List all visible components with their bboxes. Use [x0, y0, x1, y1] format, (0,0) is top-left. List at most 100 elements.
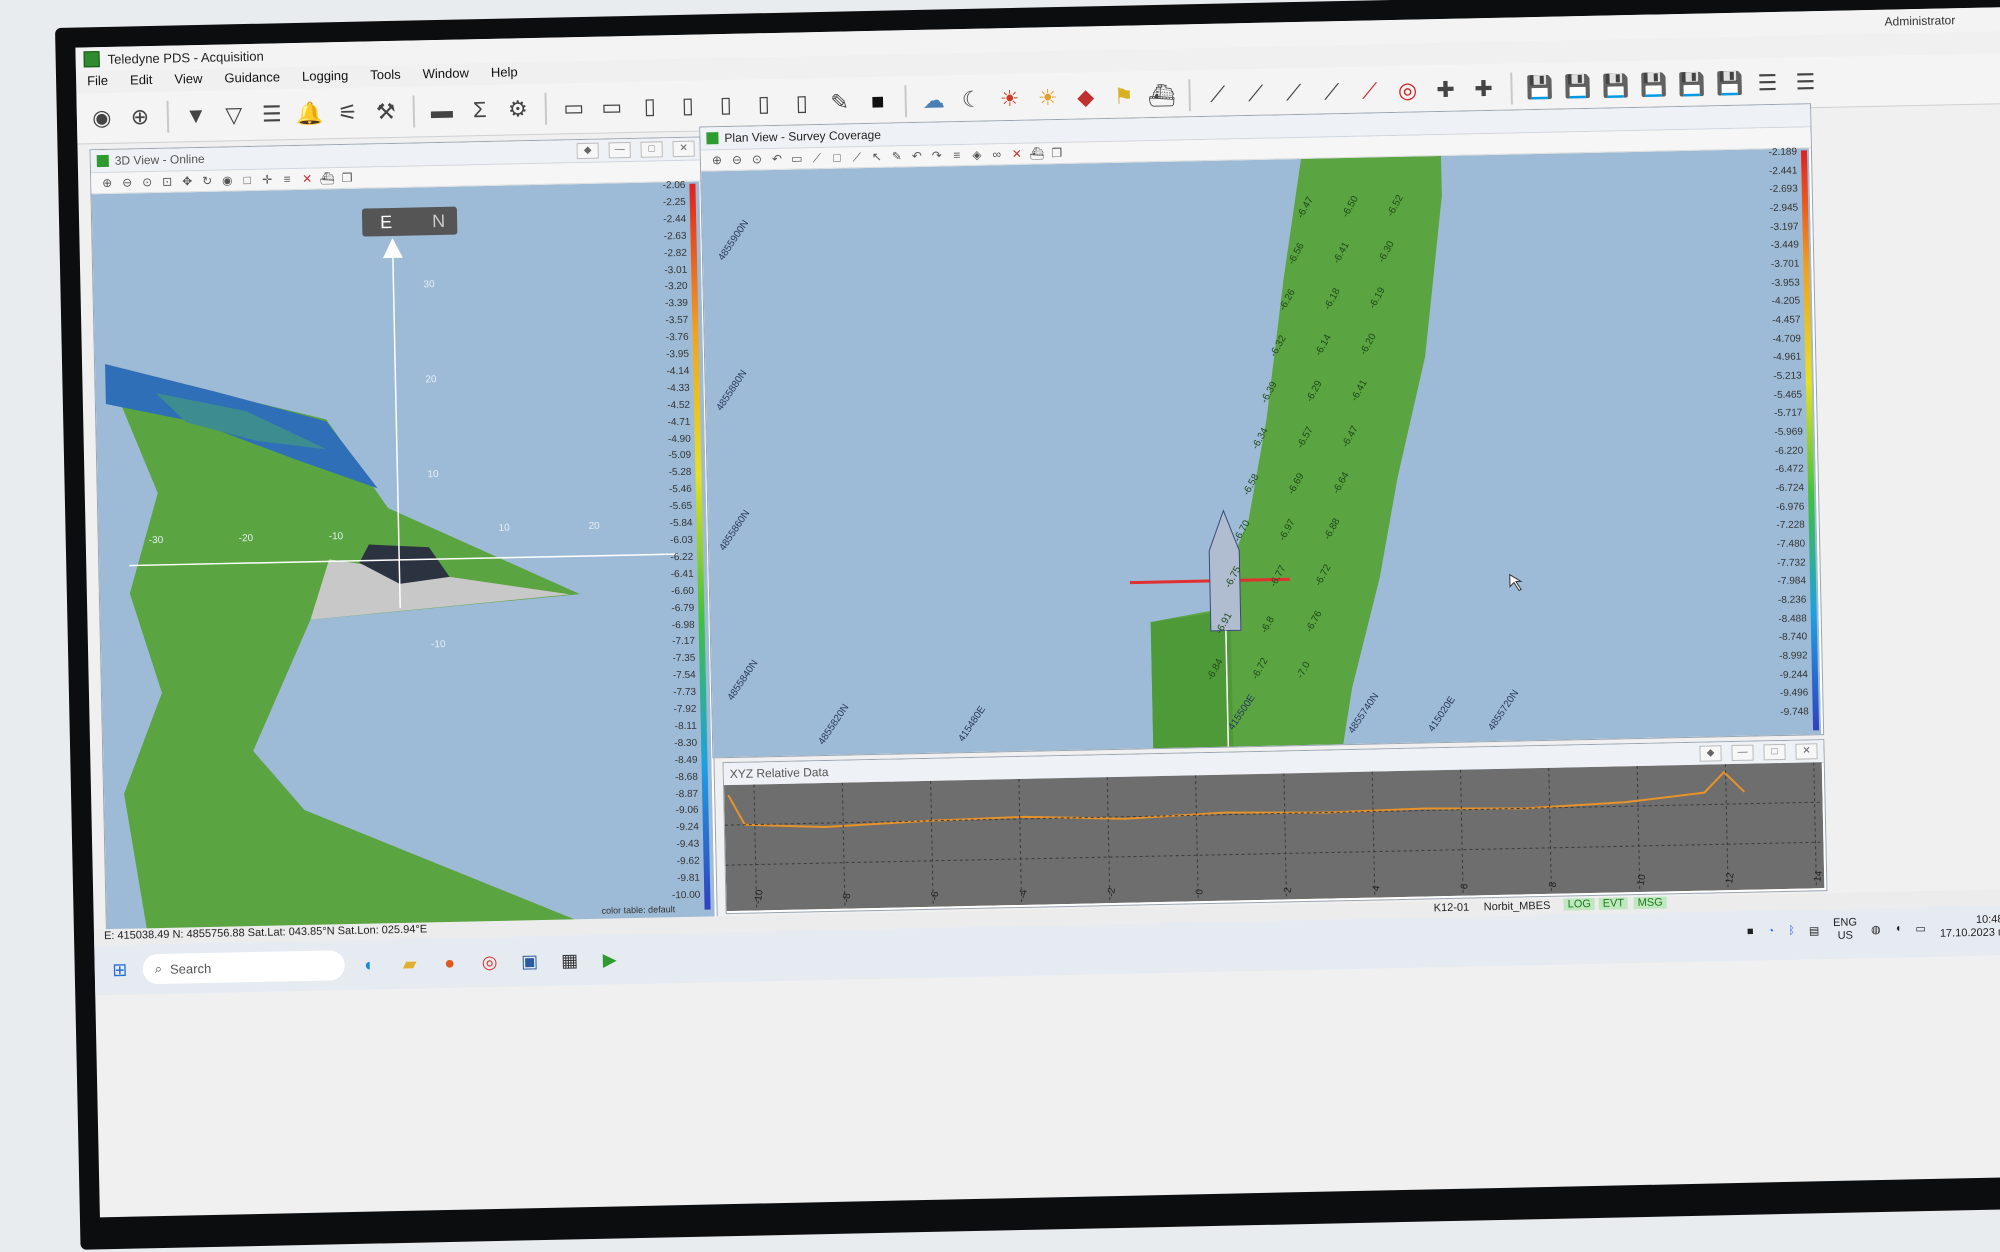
pds-logo-icon[interactable]: ▦	[554, 945, 585, 976]
sun-red-icon[interactable]: ☀	[992, 82, 1027, 117]
menu-edit[interactable]: Edit	[119, 70, 164, 91]
save-icon[interactable]: 💾	[1522, 71, 1557, 106]
settings-sliders-icon[interactable]: ☰	[255, 97, 290, 132]
taskbar-search[interactable]: ⌕ Search	[142, 950, 346, 985]
bluetooth-icon[interactable]: ᛒ	[1788, 925, 1795, 937]
save-all-icon[interactable]: 💾	[1674, 67, 1709, 102]
copy-3d-icon[interactable]: ❐	[339, 170, 355, 186]
select-rect-icon[interactable]: □	[239, 172, 255, 188]
firefox-icon[interactable]: ●	[434, 948, 465, 979]
filter-icon[interactable]: ▼	[179, 99, 214, 134]
window-add-icon[interactable]: ▭	[594, 90, 629, 125]
close-icon[interactable]: ✕	[1795, 743, 1818, 760]
menu-view[interactable]: View	[163, 69, 213, 90]
camera-icon[interactable]: ◉	[85, 101, 120, 136]
volume-icon[interactable]: ◖	[1895, 923, 1902, 935]
log-indicator[interactable]: LOG	[1563, 897, 1596, 911]
zoom-in-icon[interactable]: ⊕	[99, 175, 115, 191]
vessel-icon[interactable]: ⛴	[1144, 78, 1179, 113]
filter-alt-icon[interactable]: ▽	[217, 98, 252, 133]
edit-icon[interactable]: ✎	[889, 148, 905, 164]
windows-start-icon[interactable]: ⊞	[104, 955, 135, 986]
vessel-3d-icon[interactable]: ⛴	[319, 170, 335, 186]
layers-icon[interactable]: ≡	[949, 147, 965, 163]
save-check-icon[interactable]: 💾	[1560, 70, 1595, 105]
select-rect-icon[interactable]: □	[829, 149, 845, 165]
sensor-icon[interactable]: ⚟	[330, 96, 365, 131]
window-icon[interactable]: ▭	[556, 91, 591, 126]
window-2-icon[interactable]: ▯	[670, 88, 705, 123]
line-run-icon[interactable]: ⟋	[1314, 75, 1349, 110]
window-4-icon[interactable]: ▯	[746, 87, 781, 122]
night-icon[interactable]: ☾	[954, 82, 989, 117]
edge-browser-icon[interactable]: ◐	[354, 949, 385, 980]
edit-window-icon[interactable]: ✎	[822, 85, 857, 120]
rotate-icon[interactable]: ↻	[199, 173, 215, 189]
delete-3d-icon[interactable]: ✕	[299, 171, 315, 187]
ruler-icon[interactable]: ⟋	[809, 150, 825, 166]
pin-icon[interactable]: ◆	[1699, 745, 1722, 762]
menu-help[interactable]: Help	[480, 62, 529, 83]
line-split-icon[interactable]: ⟋	[1276, 76, 1311, 111]
minimize-icon[interactable]: —	[608, 141, 631, 159]
line-edit-icon[interactable]: ⟋	[1238, 77, 1273, 112]
menu-file[interactable]: File	[76, 71, 119, 92]
clock[interactable]: 10:48 17.10.2023 г.	[1939, 913, 2000, 940]
evt-indicator[interactable]: EVT	[1598, 897, 1629, 910]
line-select-icon[interactable]: ⟋	[1200, 77, 1235, 112]
zoom-in-icon[interactable]: ⊕	[709, 152, 725, 168]
zoom-out-icon[interactable]: ⊖	[729, 152, 745, 168]
save-img-icon[interactable]: 💾	[1636, 68, 1671, 103]
sigma-icon[interactable]: Σ	[462, 93, 497, 128]
msg-indicator[interactable]: MSG	[1633, 896, 1667, 910]
crosshair-icon[interactable]: ✚	[1428, 73, 1463, 108]
maximize-icon[interactable]: □	[1763, 743, 1786, 761]
shapes-icon[interactable]: ◆	[1068, 80, 1103, 115]
black-square-icon[interactable]: ■	[860, 84, 895, 119]
acquisition-app-icon[interactable]: ▶	[594, 944, 625, 975]
pin-icon[interactable]: ◆	[576, 142, 599, 160]
pds-app-icon[interactable]: ▣	[514, 946, 545, 977]
undo-view-icon[interactable]: ↶	[769, 151, 785, 167]
point-icon[interactable]: ⟋	[849, 149, 865, 165]
layer-icon[interactable]: ▬	[424, 94, 459, 129]
minimize-icon[interactable]: —	[1731, 744, 1754, 762]
maximize-icon[interactable]: □	[640, 141, 663, 158]
menu-tools[interactable]: Tools	[359, 65, 412, 86]
file-explorer-icon[interactable]: ▰	[394, 948, 425, 979]
pan-icon[interactable]: ✥	[179, 173, 195, 189]
list-settings-icon[interactable]: ☰	[1750, 66, 1785, 101]
line-delete-icon[interactable]: ⟋	[1352, 74, 1387, 109]
chrome-icon[interactable]: ◎	[474, 947, 505, 978]
zoom-window-icon[interactable]: ⊡	[159, 174, 175, 190]
zoom-fit-icon[interactable]: ⊙	[749, 151, 765, 167]
window-1-icon[interactable]: ▯	[632, 89, 667, 124]
flag-icon[interactable]: ⚑	[1106, 79, 1141, 114]
view3d-canvas[interactable]: E N -30 -20 -10 10 20 30 20 10 -10 color…	[91, 181, 715, 931]
copy-plan-icon[interactable]: ❐	[1049, 145, 1065, 161]
window-3-icon[interactable]: ▯	[708, 88, 743, 123]
target-icon[interactable]: ⊕	[123, 100, 158, 135]
list-icon[interactable]: ☰	[1788, 65, 1823, 100]
sun-icon[interactable]: ☀	[1030, 81, 1065, 116]
save-wcs-icon[interactable]: 💾	[1598, 69, 1633, 104]
zoom-fit-icon[interactable]: ⊙	[139, 174, 155, 190]
calibration-icon[interactable]: ⚒	[368, 95, 403, 130]
add-point-icon[interactable]: ✚	[1466, 72, 1501, 107]
link-icon[interactable]: ∞	[989, 146, 1005, 162]
camera-3d-icon[interactable]: ◉	[219, 172, 235, 188]
delete-plan-icon[interactable]: ✕	[1009, 146, 1025, 162]
layers-icon[interactable]: ≡	[279, 171, 295, 187]
measure-icon[interactable]: ▭	[789, 150, 805, 166]
vessel-plan-icon[interactable]: ⛴	[1029, 145, 1045, 161]
stop-icon[interactable]: ■	[1747, 926, 1754, 938]
undo-icon[interactable]: ↶	[909, 148, 925, 164]
pointer-icon[interactable]: ↖	[869, 149, 885, 165]
close-icon[interactable]: ✕	[672, 140, 695, 158]
zoom-out-icon[interactable]: ⊖	[119, 174, 135, 190]
lifebuoy-icon[interactable]: ◎	[1390, 73, 1425, 108]
save-warning-icon[interactable]: 💾	[1712, 67, 1747, 102]
globe-icon[interactable]: ◍	[1871, 922, 1881, 935]
tool-icon[interactable]: ⚙	[500, 92, 535, 127]
planview-canvas[interactable]: 4855900N4855880N4855860N4855840N4855820N…	[701, 148, 1822, 758]
